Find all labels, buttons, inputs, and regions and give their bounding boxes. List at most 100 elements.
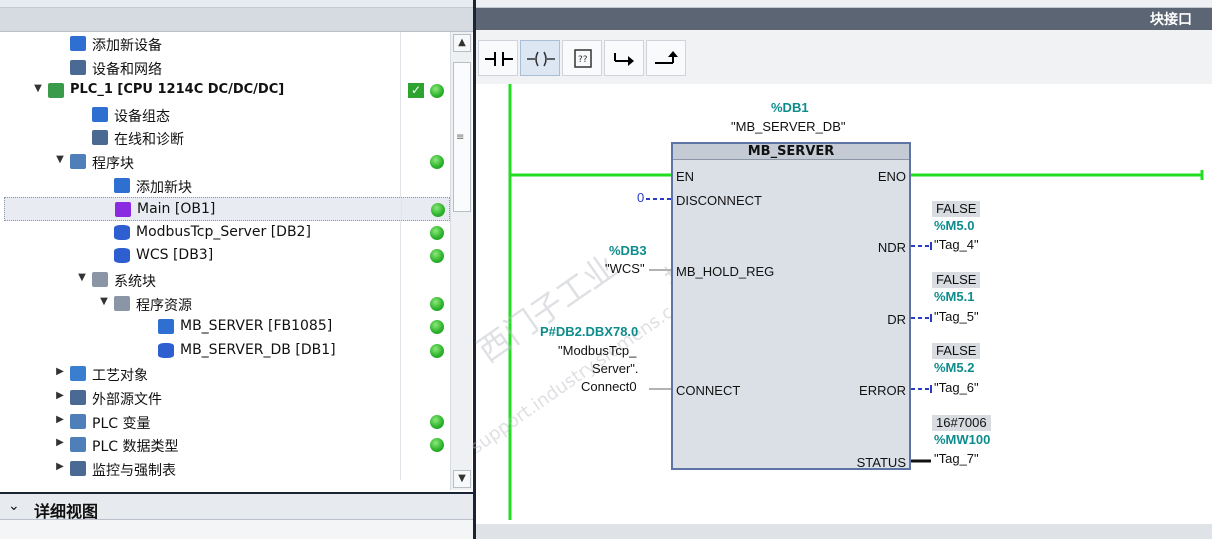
detail-view-title: 详细视图 bbox=[34, 502, 99, 521]
connect-address[interactable]: P#DB2.DBX78.0 bbox=[540, 324, 638, 339]
tree-item[interactable]: ▶ 外部源文件 bbox=[4, 386, 450, 410]
column-separator bbox=[400, 362, 401, 386]
chevron-down-icon[interactable]: ⌄ bbox=[8, 498, 20, 514]
tree-item-label: 设备和网络 bbox=[92, 61, 162, 78]
tree-item[interactable]: ▶ PLC 变量 bbox=[4, 409, 450, 434]
ladder-network-editor[interactable]: 西门子工业 support.industry.siemens.com/cs 技术… bbox=[467, 84, 1212, 524]
checkmark-icon: ✓ bbox=[408, 83, 424, 99]
block-title: MB_SERVER bbox=[673, 144, 909, 160]
close-branch-button[interactable] bbox=[646, 40, 686, 76]
column-separator bbox=[400, 126, 401, 150]
expand-arrow-icon[interactable]: ▼ bbox=[76, 272, 88, 283]
tag-table-icon bbox=[70, 413, 86, 429]
block-interface-header[interactable]: 块接口 bbox=[476, 8, 1212, 30]
connect-name-line3[interactable]: Connect0 bbox=[581, 379, 637, 394]
detail-view-header[interactable]: ⌄ 详细视图 bbox=[0, 492, 476, 521]
detail-view-body bbox=[0, 520, 476, 539]
tree-item[interactable]: ▼ PLC_1 [CPU 1214C DC/DC/DC] ✓ bbox=[4, 79, 450, 103]
tree-item[interactable]: 在线和诊断 bbox=[4, 126, 450, 150]
tree-item-label: 外部源文件 bbox=[92, 392, 162, 408]
tree-item[interactable]: ▼ 系统块 bbox=[4, 268, 450, 292]
tree-item-label: 添加新设备 bbox=[92, 38, 162, 54]
tree-item[interactable]: ▶ 工艺对象 bbox=[4, 362, 450, 386]
db-icon bbox=[158, 342, 174, 358]
hold-reg-name[interactable]: "WCS" bbox=[605, 261, 645, 276]
column-separator bbox=[400, 433, 401, 457]
scroll-down-button[interactable]: ▼ bbox=[453, 470, 471, 488]
tree-item[interactable]: 添加新设备 bbox=[4, 32, 450, 56]
collapse-arrow-icon[interactable]: ▶ bbox=[54, 390, 66, 401]
normally-open-contact-icon bbox=[485, 52, 513, 66]
dr-monitor-value: FALSE bbox=[932, 272, 981, 288]
watch-table-icon bbox=[70, 460, 86, 476]
diagnostics-icon bbox=[92, 130, 108, 146]
instance-db-name[interactable]: "MB_SERVER_DB" bbox=[731, 119, 845, 134]
disconnect-value[interactable]: 0 bbox=[637, 190, 644, 205]
dr-tag[interactable]: "Tag_5" bbox=[934, 309, 979, 324]
tree-item[interactable]: MB_SERVER [FB1085] bbox=[4, 315, 450, 339]
tree-item-label: 监控与强制表 bbox=[92, 462, 176, 479]
ladder-toolbar: ?? bbox=[476, 30, 1212, 84]
status-address[interactable]: %MW100 bbox=[934, 432, 990, 447]
project-tree-scrollbar[interactable]: ▲ ≡ ▼ bbox=[450, 32, 472, 490]
empty-box-button[interactable]: ?? bbox=[562, 40, 602, 76]
system-folder-icon bbox=[92, 272, 108, 287]
column-separator bbox=[400, 268, 401, 292]
tree-item[interactable]: 设备组态 bbox=[4, 102, 450, 127]
collapse-arrow-icon[interactable]: ▶ bbox=[54, 366, 66, 377]
collapse-arrow-icon[interactable]: ▶ bbox=[54, 414, 66, 425]
tree-item[interactable]: ▶ PLC 数据类型 bbox=[4, 433, 450, 457]
expand-arrow-icon[interactable]: ▼ bbox=[98, 296, 110, 307]
error-tag[interactable]: "Tag_6" bbox=[934, 380, 979, 395]
project-tree-top-strip bbox=[0, 0, 476, 8]
tree-item[interactable]: 设备和网络 bbox=[4, 55, 450, 80]
status-ok-icon bbox=[430, 414, 444, 429]
status-ok-icon bbox=[431, 203, 445, 218]
column-separator bbox=[400, 173, 401, 198]
pin-connect: CONNECT bbox=[676, 383, 741, 398]
collapse-arrow-icon[interactable]: ▶ bbox=[54, 461, 66, 472]
empty-box-icon: ?? bbox=[574, 49, 592, 68]
db-icon bbox=[114, 248, 130, 264]
tree-item[interactable]: ▼ 程序块 bbox=[4, 150, 450, 174]
no-contact-button[interactable] bbox=[478, 40, 518, 76]
tree-item[interactable]: WCS [DB3] bbox=[4, 244, 450, 268]
connect-name-line2[interactable]: Server". bbox=[592, 361, 639, 376]
tree-item[interactable]: ▶ 监控与强制表 bbox=[4, 456, 450, 481]
pin-disconnect: DISCONNECT bbox=[676, 193, 762, 208]
column-separator bbox=[400, 102, 401, 127]
error-monitor-value: FALSE bbox=[932, 343, 981, 359]
tree-item[interactable]: Main [OB1] bbox=[4, 197, 450, 221]
pin-eno: ENO bbox=[877, 169, 906, 184]
status-ok-icon bbox=[430, 343, 444, 358]
scroll-up-button[interactable]: ▲ bbox=[453, 34, 471, 52]
pin-mb-hold-reg: MB_HOLD_REG bbox=[676, 264, 775, 279]
tree-item-label: PLC 数据类型 bbox=[92, 439, 179, 456]
open-branch-icon bbox=[614, 53, 634, 66]
dr-address[interactable]: %M5.1 bbox=[934, 289, 974, 304]
status-ok-icon bbox=[430, 249, 444, 264]
expand-arrow-icon[interactable]: ▼ bbox=[32, 83, 44, 94]
open-branch-button[interactable] bbox=[604, 40, 644, 76]
expand-arrow-icon[interactable]: ▼ bbox=[54, 154, 66, 165]
ndr-monitor-value: FALSE bbox=[932, 201, 981, 217]
connect-name-line1[interactable]: "ModbusTcp_ bbox=[558, 343, 636, 358]
status-tag[interactable]: "Tag_7" bbox=[934, 451, 979, 466]
hold-reg-address[interactable]: %DB3 bbox=[609, 243, 647, 258]
coil-button[interactable] bbox=[520, 40, 560, 76]
ndr-address[interactable]: %M5.0 bbox=[934, 218, 974, 233]
mb-server-block[interactable]: MB_SERVER EN DISCONNECT MB_HOLD_REG CONN… bbox=[671, 142, 911, 470]
instance-db-address[interactable]: %DB1 bbox=[771, 100, 809, 115]
editor-top-strip bbox=[476, 0, 1212, 8]
ndr-tag[interactable]: "Tag_4" bbox=[934, 237, 979, 252]
error-address[interactable]: %M5.2 bbox=[934, 360, 974, 375]
collapse-arrow-icon[interactable]: ▶ bbox=[54, 437, 66, 448]
tree-item[interactable]: ▼ 程序资源 bbox=[4, 291, 450, 316]
plc-icon bbox=[48, 83, 64, 99]
column-separator bbox=[400, 220, 401, 245]
tree-item[interactable]: ModbusTcp_Server [DB2] bbox=[4, 220, 450, 245]
tree-item-label: MB_SERVER [FB1085] bbox=[180, 318, 333, 335]
tree-item[interactable]: MB_SERVER_DB [DB1] bbox=[4, 338, 450, 363]
status-ok-icon bbox=[430, 320, 444, 335]
tree-item[interactable]: 添加新块 bbox=[4, 173, 450, 198]
